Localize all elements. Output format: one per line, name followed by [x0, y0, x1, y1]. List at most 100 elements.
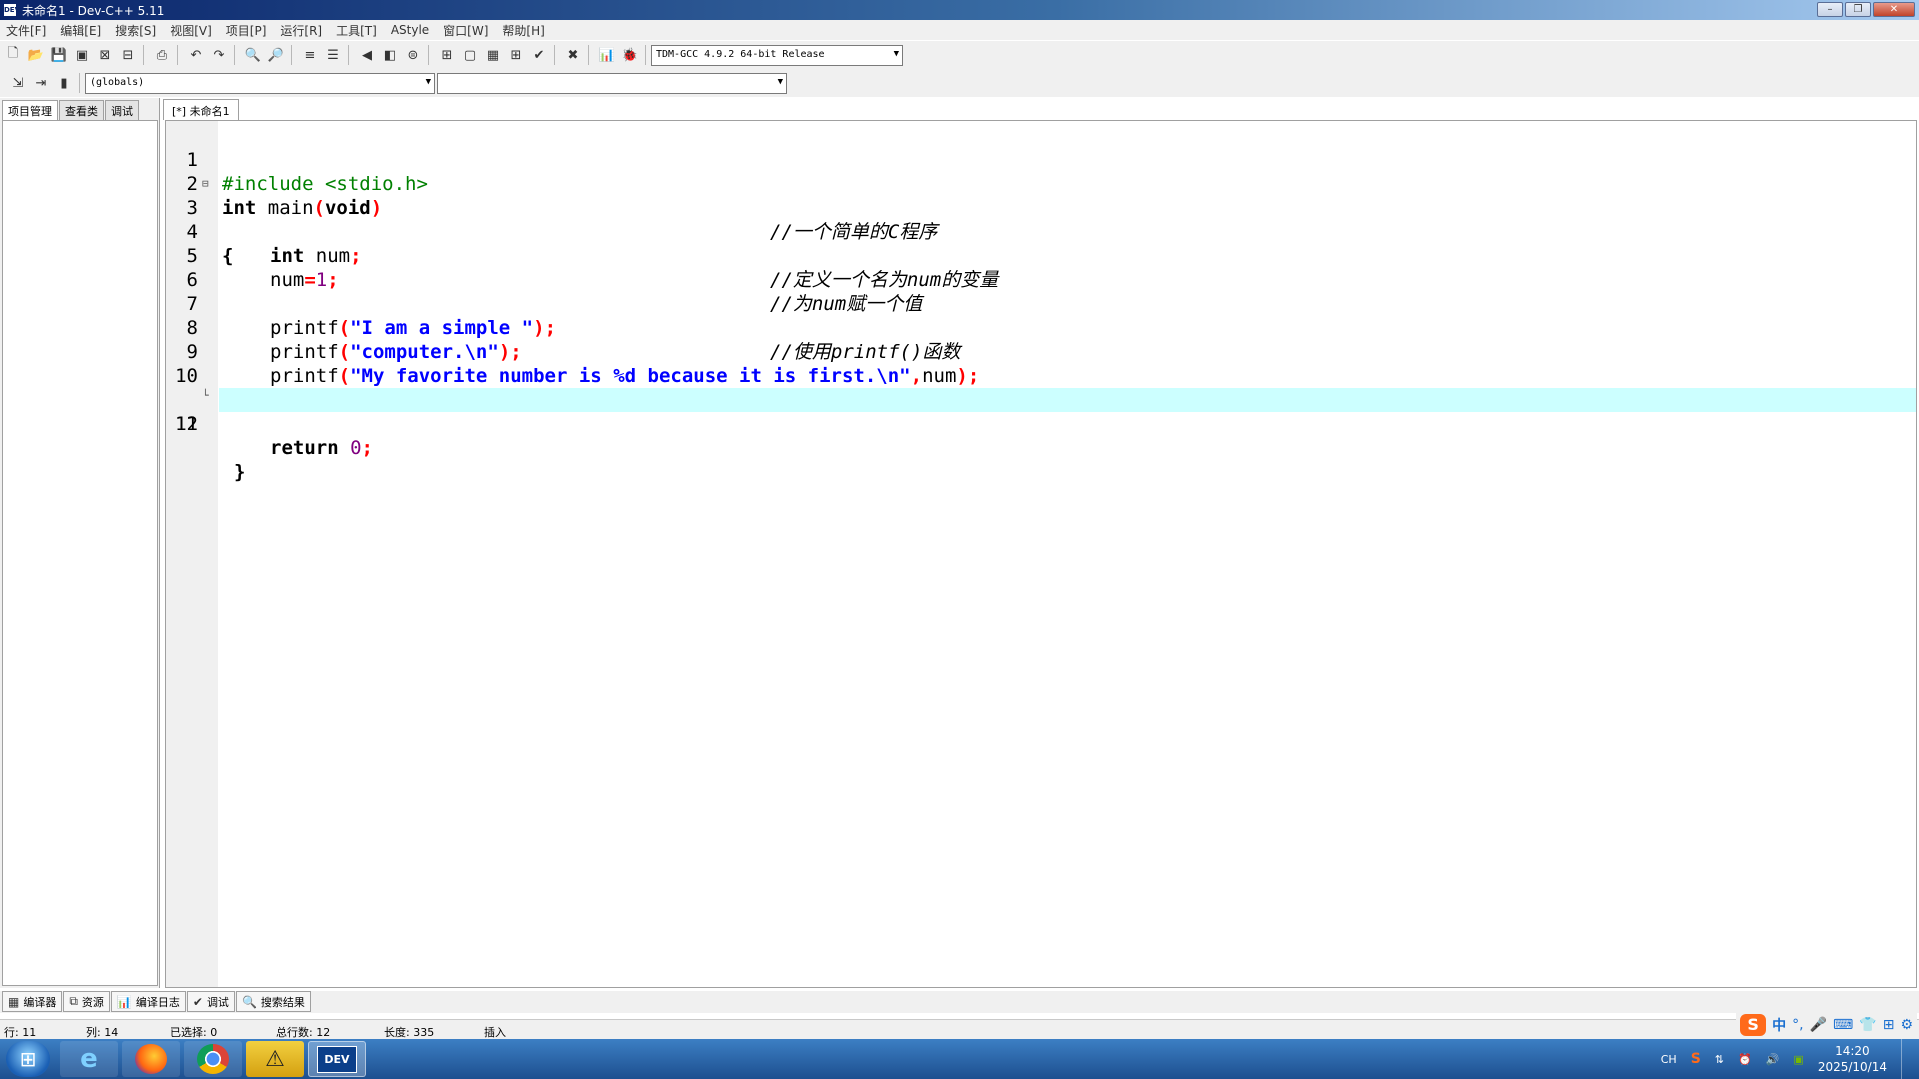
taskbar-devcpp[interactable]: DEV	[308, 1041, 366, 1077]
bookmark-toggle-icon[interactable]: ▮	[54, 73, 74, 93]
windows-logo-icon: ⊞	[19, 1047, 37, 1071]
close-all-icon[interactable]: ⊟	[118, 45, 138, 65]
redo-icon[interactable]: ↷	[209, 45, 229, 65]
current-code-line[interactable]: 11 return 0;	[166, 364, 1916, 459]
volume-icon[interactable]: 🔊	[1766, 1053, 1780, 1066]
project-tree[interactable]	[2, 120, 158, 986]
goto-icon[interactable]: ⇥	[31, 73, 51, 93]
start-button[interactable]: ⊞	[6, 1041, 50, 1077]
nvidia-icon[interactable]: ▣	[1793, 1053, 1803, 1066]
chart-icon[interactable]: 📊	[597, 45, 617, 65]
close-icon[interactable]: ✕	[1873, 2, 1915, 17]
microphone-icon[interactable]: 🎤	[1810, 1017, 1827, 1033]
chrome-icon	[197, 1044, 229, 1074]
restore-icon[interactable]: ❐	[1845, 2, 1871, 17]
tab-untitled-1[interactable]: [*] 未命名1	[163, 99, 239, 120]
sogou-tray-icon[interactable]: S	[1691, 1051, 1701, 1067]
code-line[interactable]: 9 printf("My favorite number is %d becau…	[166, 316, 1916, 387]
bookmark-icon[interactable]: ⊜	[403, 45, 423, 65]
unindent-icon[interactable]: ☰	[323, 45, 343, 65]
menu-tools[interactable]: 工具[T]	[336, 22, 377, 39]
code-line[interactable]: 10	[166, 340, 1916, 387]
code-line[interactable]: 8 printf("computer.\n");	[166, 292, 1916, 363]
code-editor[interactable]: 1 #include <stdio.h> 2 int main(void) //…	[165, 120, 1917, 988]
skin-icon[interactable]: 👕	[1859, 1017, 1876, 1033]
tab-compile-log[interactable]: 📊 编译日志	[110, 991, 186, 1012]
goto-forward-icon[interactable]: ◧	[380, 45, 400, 65]
tab-search-results[interactable]: 🔍 搜索结果	[235, 991, 311, 1012]
code-line[interactable]: 4 int num; //定义一个名为num的变量	[166, 196, 1916, 291]
settings-icon[interactable]: ⚙	[1900, 1017, 1913, 1033]
status-row-label: 行:	[4, 1026, 19, 1039]
insert-icon[interactable]: ⇲	[8, 73, 28, 93]
replace-icon[interactable]: 🔎	[266, 45, 286, 65]
find-icon[interactable]: 🔍	[243, 45, 263, 65]
system-clock[interactable]: 14:20 2025/10/14	[1818, 1043, 1887, 1075]
code-line[interactable]: 3 ⊟ {	[166, 172, 1916, 267]
tab-debug-output[interactable]: ✔ 调试	[186, 991, 235, 1012]
network-icon[interactable]: ⇅	[1715, 1053, 1724, 1066]
stop-icon[interactable]: ✖	[563, 45, 583, 65]
menu-view[interactable]: 视图[V]	[170, 22, 212, 39]
menu-window[interactable]: 窗口[W]	[443, 22, 488, 39]
show-desktop-button[interactable]	[1901, 1039, 1911, 1079]
symbol: }	[234, 461, 246, 483]
clock-app-icon[interactable]: ⏰	[1738, 1053, 1752, 1066]
menu-run[interactable]: 运行[R]	[280, 22, 322, 39]
tab-label: 编译日志	[135, 995, 180, 1009]
code-line[interactable]: 1 #include <stdio.h>	[166, 124, 1916, 195]
save-icon[interactable]: 💾	[49, 45, 69, 65]
taskbar-warning-app[interactable]: ⚠	[246, 1041, 304, 1077]
grid-icon: ▦	[8, 994, 20, 1009]
profile-icon[interactable]: 🐞	[620, 45, 640, 65]
tab-compiler[interactable]: ▦ 编译器	[2, 991, 63, 1012]
taskbar-internet-explorer[interactable]: e	[60, 1041, 118, 1077]
scope-select-value: (globals)	[90, 76, 145, 88]
scope-select[interactable]: (globals) ▼	[85, 72, 435, 94]
window-icon[interactable]: ▢	[460, 45, 480, 65]
grid-icon[interactable]: ⊞	[506, 45, 526, 65]
symbol-select[interactable]: ▼	[437, 72, 787, 94]
print-icon[interactable]: ⎙	[152, 45, 172, 65]
menu-project[interactable]: 项目[P]	[226, 22, 267, 39]
menu-search[interactable]: 搜索[S]	[115, 22, 156, 39]
fold-toggle-icon[interactable]: ⊟	[202, 172, 209, 196]
code-line[interactable]: 6	[166, 244, 1916, 291]
chart-icon: 📊	[116, 994, 132, 1009]
indent-icon[interactable]: ≡	[300, 45, 320, 65]
check-syntax-icon[interactable]: ✔	[529, 45, 549, 65]
code-line[interactable]: 2 int main(void) //一个简单的C程序	[166, 148, 1916, 243]
code-line[interactable]: 7 printf("I am a simple "); //使用printf()…	[166, 268, 1916, 363]
menu-file[interactable]: 文件[F]	[6, 22, 46, 39]
ime-language[interactable]: 中	[1772, 1015, 1786, 1035]
close-file-icon[interactable]: ⊠	[95, 45, 115, 65]
sogou-ime-icon[interactable]: S	[1740, 1014, 1767, 1036]
tab-classes[interactable]: 查看类	[59, 100, 104, 120]
new-file-icon[interactable]: 🗋	[3, 45, 23, 65]
code-line[interactable]: 5 num=1; //为num赋一个值	[166, 220, 1916, 315]
tab-debug[interactable]: 调试	[105, 100, 139, 120]
tray-language[interactable]: CH	[1661, 1053, 1677, 1066]
tab-resources[interactable]: ⧉ 资源	[63, 991, 110, 1012]
taskbar-chrome[interactable]	[184, 1041, 242, 1077]
menu-help[interactable]: 帮助[H]	[502, 22, 544, 39]
toolbar-separator	[143, 45, 144, 65]
menu-edit[interactable]: 编辑[E]	[60, 22, 101, 39]
minimize-icon[interactable]: –	[1817, 2, 1843, 17]
tab-project[interactable]: 项目管理	[2, 100, 58, 120]
undo-icon[interactable]: ↶	[186, 45, 206, 65]
toolbox-icon[interactable]: ⊞	[1883, 1017, 1895, 1033]
punctuation-icon[interactable]: °,	[1792, 1017, 1803, 1033]
open-file-icon[interactable]: 📂	[26, 45, 46, 65]
menu-astyle[interactable]: AStyle	[391, 23, 429, 37]
layout-icon[interactable]: ▦	[483, 45, 503, 65]
window-controls: – ❐ ✕	[1817, 2, 1915, 17]
code-line[interactable]: 12 └ }	[166, 388, 1916, 483]
compiler-select[interactable]: TDM-GCC 4.9.2 64-bit Release ▼	[651, 44, 903, 66]
save-all-icon[interactable]: ▣	[72, 45, 92, 65]
warning-icon: ⚠	[265, 1046, 285, 1072]
taskbar-firefox[interactable]	[122, 1041, 180, 1077]
goto-back-icon[interactable]: ◀	[357, 45, 377, 65]
new-project-icon[interactable]: ⊞	[437, 45, 457, 65]
keyboard-icon[interactable]: ⌨	[1833, 1017, 1853, 1033]
